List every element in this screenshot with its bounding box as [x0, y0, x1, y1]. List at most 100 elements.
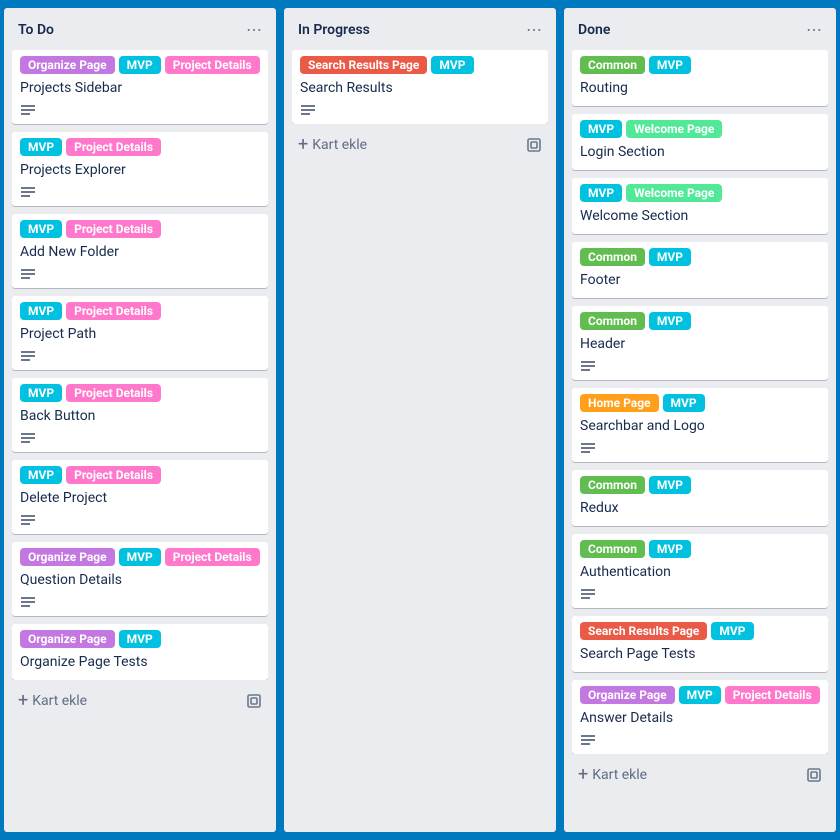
card[interactable]: MVPProject Details Back Button — [12, 378, 268, 452]
card-label[interactable]: Organize Page — [20, 548, 115, 566]
card-labels: MVPWelcome Page — [580, 184, 820, 202]
card[interactable]: MVPWelcome PageLogin Section — [572, 114, 828, 170]
card[interactable]: MVPProject Details Add New Folder — [12, 214, 268, 288]
cards-scroll[interactable]: CommonMVPRouting MVPWelcome PageLogin Sec… — [564, 50, 836, 754]
card[interactable]: MVPWelcome PageWelcome Section — [572, 178, 828, 234]
card-label[interactable]: MVP — [20, 138, 62, 156]
card-label[interactable]: Project Details — [66, 466, 161, 484]
card-title: Project Path — [20, 324, 260, 344]
card-labels: Search Results PageMVP — [300, 56, 540, 74]
card[interactable]: Organize PageMVPProject Details Answer De… — [572, 680, 828, 754]
card[interactable]: CommonMVPRedux — [572, 470, 828, 526]
description-icon — [20, 430, 260, 448]
card-label[interactable]: Common — [580, 312, 645, 330]
card-label[interactable]: Organize Page — [20, 56, 115, 74]
cards-scroll[interactable]: Organize Page MVPProject DetailsProjects … — [4, 50, 276, 680]
card-labels: CommonMVP — [580, 476, 820, 494]
card-label[interactable]: MVP — [649, 312, 691, 330]
card[interactable]: Organize PageMVPOrganize Page Tests — [12, 624, 268, 680]
cards-container: Organize Page MVPProject DetailsProjects … — [4, 50, 276, 680]
list-title[interactable]: Done — [578, 22, 610, 38]
card-label[interactable]: MVP — [663, 394, 705, 412]
card-title: Add New Folder — [20, 242, 260, 262]
add-card-button[interactable]: +Kart ekle — [8, 684, 272, 718]
list-menu-icon[interactable]: ⋯ — [520, 18, 548, 42]
card[interactable]: CommonMVPHeader — [572, 306, 828, 380]
card-label[interactable]: MVP — [20, 384, 62, 402]
template-icon[interactable] — [526, 137, 542, 153]
card-label[interactable]: Project Details — [725, 686, 820, 704]
card[interactable]: MVPProject Details Project Path — [12, 296, 268, 370]
card-labels: CommonMVP — [580, 248, 820, 266]
card-label[interactable]: Welcome Page — [626, 184, 722, 202]
add-card-button[interactable]: +Kart ekle — [288, 128, 552, 162]
card[interactable]: Home PageMVP Searchbar and Logo — [572, 388, 828, 462]
card-label[interactable]: Project Details — [66, 302, 161, 320]
description-icon — [20, 594, 260, 612]
cards-scroll[interactable]: Search Results PageMVPSearch Results — [284, 50, 556, 124]
card-label[interactable]: Project Details — [66, 138, 161, 156]
card[interactable]: Organize PageMVPProject DetailsProjects … — [12, 50, 268, 124]
card-label[interactable]: Search Results Page — [580, 622, 707, 640]
template-icon[interactable] — [806, 767, 822, 783]
card[interactable]: CommonMVPAuthentication — [572, 534, 828, 608]
card-label[interactable]: MVP — [711, 622, 753, 640]
card-label[interactable]: Home Page — [580, 394, 659, 412]
card-label[interactable]: Common — [580, 56, 645, 74]
card-label[interactable]: MVP — [679, 686, 721, 704]
list-menu-icon[interactable]: ⋯ — [240, 18, 268, 42]
list-title[interactable]: To Do — [18, 22, 54, 38]
add-card-button[interactable]: +Kart ekle — [568, 758, 832, 792]
card-label[interactable]: Common — [580, 476, 645, 494]
card-label[interactable]: Project Details — [66, 384, 161, 402]
card-label[interactable]: MVP — [119, 630, 161, 648]
card-title: Answer Details — [580, 708, 820, 728]
card[interactable]: Search Results PageMVPSearch Results — [292, 50, 548, 124]
card-label[interactable]: MVP — [649, 248, 691, 266]
card-label[interactable]: Common — [580, 540, 645, 558]
card-labels: Organize PageMVP — [20, 630, 260, 648]
card-labels: MVPProject Details — [20, 466, 260, 484]
card-title: Back Button — [20, 406, 260, 426]
card[interactable]: Search Results PageMVPSearch Page Tests — [572, 616, 828, 672]
card-title: Delete Project — [20, 488, 260, 508]
card-label[interactable]: MVP — [649, 476, 691, 494]
card-label[interactable]: Project Details — [165, 548, 260, 566]
card-label[interactable]: Search Results Page — [300, 56, 427, 74]
list-menu-icon[interactable]: ⋯ — [800, 18, 828, 42]
description-icon — [20, 348, 260, 366]
card-label[interactable]: MVP — [431, 56, 473, 74]
card-labels: CommonMVP — [580, 312, 820, 330]
card-label[interactable]: MVP — [20, 220, 62, 238]
card-label[interactable]: MVP — [119, 56, 161, 74]
card-label[interactable]: Common — [580, 248, 645, 266]
card-label[interactable]: MVP — [580, 120, 622, 138]
add-card-label: Kart ekle — [32, 693, 87, 709]
list: Done ⋯ CommonMVPRouting MVPWelcome PageLogi… — [564, 8, 836, 832]
card-label[interactable]: MVP — [649, 540, 691, 558]
template-icon[interactable] — [246, 693, 262, 709]
card[interactable]: CommonMVPRouting — [572, 50, 828, 106]
card-labels: Organize PageMVPProject Details — [20, 548, 260, 566]
plus-icon: + — [18, 692, 28, 710]
card[interactable]: MVPProject Details Delete Project — [12, 460, 268, 534]
card-label[interactable]: MVP — [20, 302, 62, 320]
card-label[interactable]: MVP — [649, 56, 691, 74]
card-label[interactable]: Project Details — [66, 220, 161, 238]
card-label[interactable]: Project Details — [165, 56, 260, 74]
list-header: Done ⋯ — [564, 8, 836, 50]
card-label[interactable]: MVP — [20, 466, 62, 484]
plus-icon: + — [578, 766, 588, 784]
card[interactable]: Organize PageMVPProject DetailsQuestion … — [12, 542, 268, 616]
card-label[interactable]: Welcome Page — [626, 120, 722, 138]
card[interactable]: MVPProject DetailsProjects Explorer — [12, 132, 268, 206]
card-label[interactable]: Organize Page — [580, 686, 675, 704]
card-label[interactable]: Organize Page — [20, 630, 115, 648]
card-title: Searchbar and Logo — [580, 416, 820, 436]
card-label[interactable]: MVP — [580, 184, 622, 202]
card-label[interactable]: MVP — [119, 548, 161, 566]
card[interactable]: CommonMVPFooter — [572, 242, 828, 298]
list-title[interactable]: In Progress — [298, 22, 370, 38]
add-card-label: Kart ekle — [312, 137, 367, 153]
list-header: To Do ⋯ — [4, 8, 276, 50]
